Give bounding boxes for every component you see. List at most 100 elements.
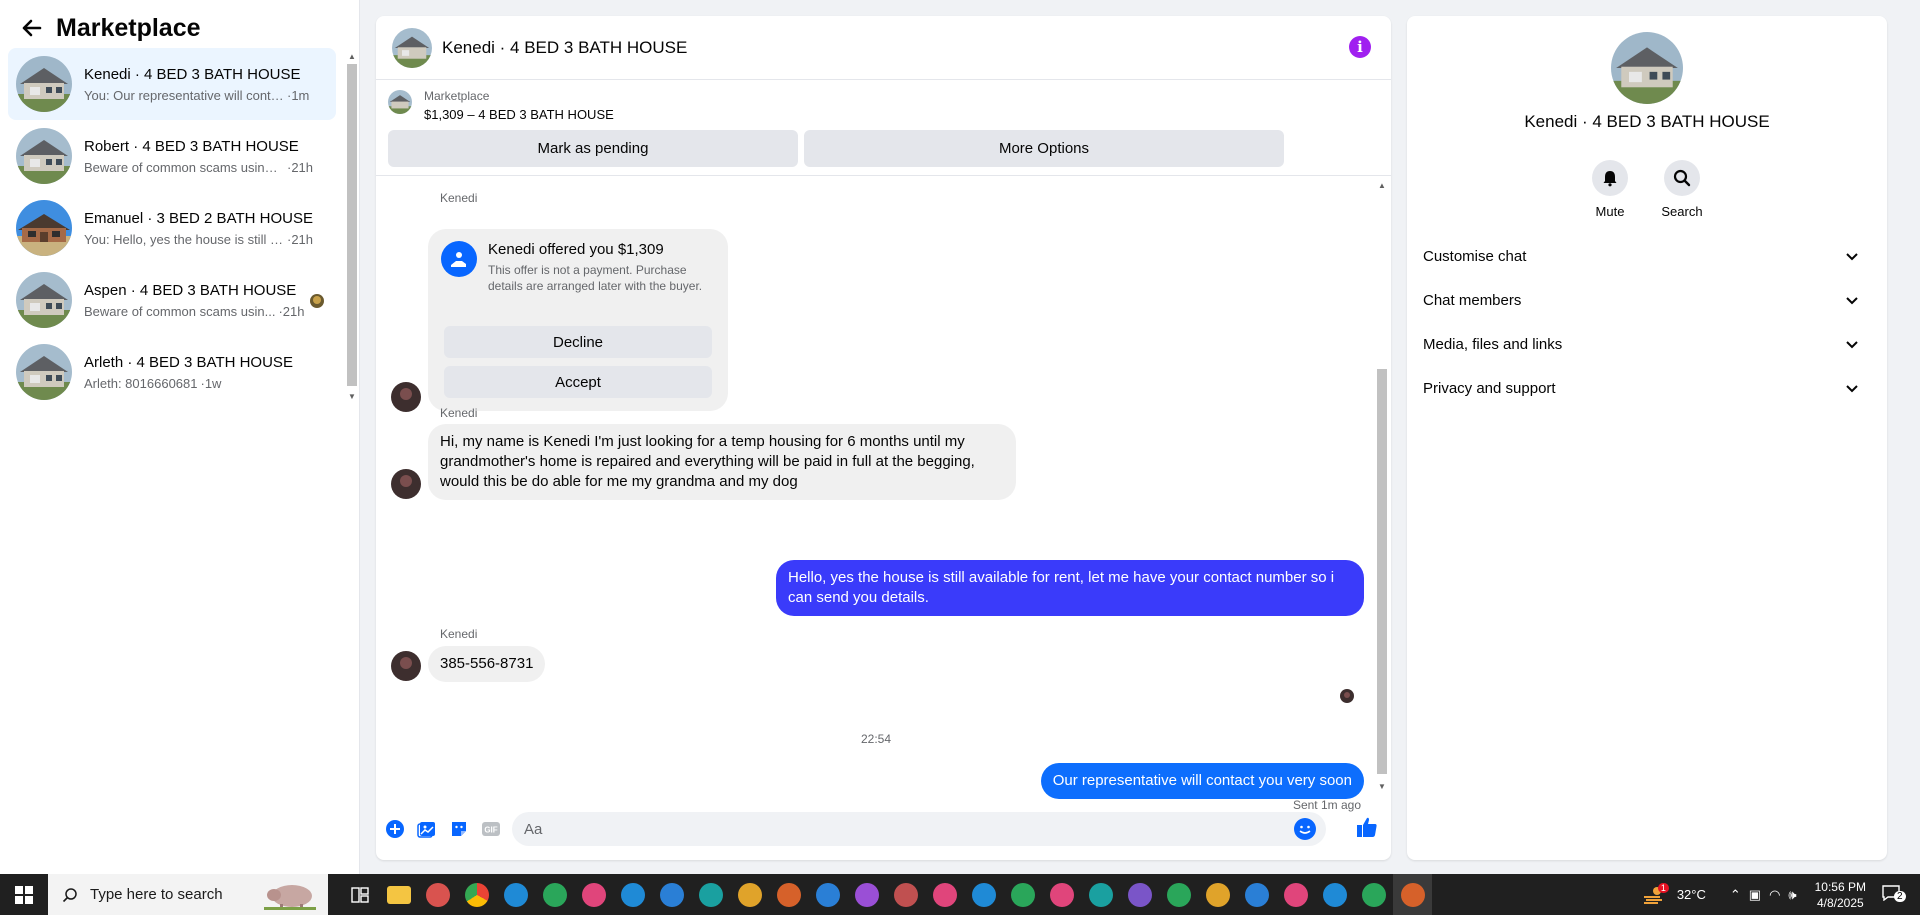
conversation-time: ·1m [287, 87, 310, 103]
conversation-item-aspen[interactable]: Aspen · 4 BED 3 BATH HOUSE Beware of com… [8, 264, 336, 336]
edge-profile-icon[interactable] [691, 874, 730, 915]
search-button[interactable]: Search [1652, 160, 1712, 219]
meet-now-icon[interactable]: ▣ [1749, 887, 1761, 903]
conversation-item-kenedi[interactable]: Kenedi · 4 BED 3 BATH HOUSE You: Our rep… [8, 48, 336, 120]
privacy-support-section[interactable]: Privacy and support [1423, 366, 1871, 410]
edge-profile-icon[interactable] [1237, 874, 1276, 915]
svg-text:GIF: GIF [484, 826, 497, 835]
edge-profile-icon[interactable] [847, 874, 886, 915]
edge-profile-icon[interactable] [496, 874, 535, 915]
incoming-message[interactable]: 385-556-8731 [428, 646, 546, 682]
info-icon[interactable]: i [1349, 36, 1371, 58]
edge-profile-icon[interactable] [1198, 874, 1237, 915]
offer-title: Kenedi offered you $1,309 [488, 241, 664, 258]
volume-icon[interactable]: 🕪 [1788, 887, 1796, 903]
sidebar-scrollbar[interactable]: ▲ ▼ [345, 50, 357, 406]
edge-profile-icon[interactable] [925, 874, 964, 915]
scrollbar-thumb[interactable] [347, 64, 357, 386]
conversation-time: ·1w [200, 375, 222, 391]
conversation-snippet: Beware of common scams usin... [84, 303, 276, 319]
media-files-links-section[interactable]: Media, files and links [1423, 322, 1871, 366]
search-icon[interactable] [1664, 160, 1700, 196]
edge-profile-icon[interactable] [613, 874, 652, 915]
plus-circle-icon[interactable] [384, 818, 406, 840]
edge-profile-icon[interactable] [1120, 874, 1159, 915]
edge-profile-icon-active[interactable] [1393, 874, 1432, 915]
notification-icon[interactable]: 2 [1882, 885, 1912, 904]
edge-profile-icon[interactable] [769, 874, 808, 915]
sender-avatar[interactable] [391, 469, 421, 499]
edge-profile-icon[interactable] [1003, 874, 1042, 915]
sender-avatar[interactable] [391, 382, 421, 412]
conversation-time: ·21h [287, 231, 314, 247]
windows-start-icon[interactable] [0, 874, 48, 915]
scroll-down-icon[interactable]: ▼ [1377, 782, 1387, 792]
accept-button[interactable]: Accept [444, 366, 712, 398]
message-input-box[interactable] [512, 812, 1326, 846]
weather-widget[interactable]: 1 32°C [1642, 882, 1706, 905]
file-explorer-icon[interactable] [379, 874, 418, 915]
conversation-item-arleth[interactable]: Arleth · 4 BED 3 BATH HOUSE Arleth: 8016… [8, 336, 336, 408]
message-composer: GIF [376, 808, 1391, 860]
outgoing-message[interactable]: Our representative will contact you very… [1040, 763, 1364, 799]
clock-date: 4/8/2025 [1816, 895, 1864, 910]
scroll-up-icon[interactable]: ▲ [347, 52, 357, 62]
edge-profile-icon[interactable] [808, 874, 847, 915]
chevron-up-icon[interactable]: ⌃ [1730, 887, 1741, 903]
outgoing-message[interactable]: Hello, yes the house is still available … [776, 560, 1364, 616]
thumbs-up-icon[interactable] [1356, 816, 1378, 838]
edge-profile-icon[interactable] [1042, 874, 1081, 915]
wifi-icon[interactable]: ◠ [1769, 887, 1780, 903]
edge-profile-icon[interactable] [730, 874, 769, 915]
mute-button[interactable]: Mute [1580, 160, 1640, 219]
edge-profile-icon[interactable] [1159, 874, 1198, 915]
windows-taskbar: Type here to search 1 32°C ⌃ ▣ ◠ 🕪 10:56… [0, 874, 1920, 915]
taskbar-search-box[interactable]: Type here to search [48, 874, 328, 915]
edge-profile-icon[interactable] [1315, 874, 1354, 915]
sender-avatar[interactable] [391, 651, 421, 681]
customise-chat-section[interactable]: Customise chat [1423, 234, 1871, 278]
scroll-down-icon[interactable]: ▼ [347, 392, 357, 402]
edge-profile-icon[interactable] [535, 874, 574, 915]
photo-icon[interactable] [416, 818, 438, 840]
house-avatar[interactable] [1611, 32, 1683, 104]
edge-profile-icon[interactable] [1354, 874, 1393, 915]
emoji-icon[interactable] [1294, 818, 1316, 840]
message-input[interactable] [524, 820, 1284, 838]
back-arrow-icon[interactable] [20, 16, 44, 40]
listing-thumbnail[interactable] [388, 90, 412, 114]
edge-profile-icon[interactable] [652, 874, 691, 915]
edge-profile-icon[interactable] [886, 874, 925, 915]
task-view-icon[interactable] [340, 874, 379, 915]
more-options-button[interactable]: More Options [804, 130, 1284, 167]
conversation-item-robert[interactable]: Robert · 4 BED 3 BATH HOUSE Beware of co… [8, 120, 336, 192]
time-separator: 22:54 [860, 732, 892, 746]
house-avatar [16, 272, 72, 328]
taskbar-clock[interactable]: 10:56 PM 4/8/2025 [1815, 879, 1866, 911]
app-icon[interactable] [418, 874, 457, 915]
chat-members-section[interactable]: Chat members [1423, 278, 1871, 322]
chat-scrollbar[interactable]: ▲ ▼ [1374, 179, 1388, 796]
message-thread: Kenedi Kenedi offered you $1,309 This of… [376, 179, 1391, 812]
decline-button[interactable]: Decline [444, 326, 712, 358]
gif-icon[interactable]: GIF [480, 818, 502, 840]
chrome-icon[interactable] [457, 874, 496, 915]
bell-icon[interactable] [1592, 160, 1628, 196]
conversation-item-emanuel[interactable]: Emanuel · 3 BED 2 BATH HOUSE You: Hello,… [8, 192, 336, 264]
chat-title[interactable]: Kenedi · 4 BED 3 BATH HOUSE [442, 38, 687, 58]
sticker-icon[interactable] [448, 818, 470, 840]
listing-price[interactable]: $1,309 – 4 BED 3 BATH HOUSE [424, 107, 614, 122]
scrollbar-thumb[interactable] [1377, 369, 1387, 774]
mark-as-pending-button[interactable]: Mark as pending [388, 130, 798, 167]
edge-profile-icon[interactable] [964, 874, 1003, 915]
system-tray: 1 32°C ⌃ ▣ ◠ 🕪 10:56 PM 4/8/2025 2 [1642, 874, 1920, 915]
house-avatar [16, 56, 72, 112]
conversation-snippet: Arleth: 8016660681 [84, 375, 198, 391]
house-avatar[interactable] [392, 27, 432, 68]
edge-profile-icon[interactable] [1081, 874, 1120, 915]
edge-profile-icon[interactable] [574, 874, 613, 915]
scroll-up-icon[interactable]: ▲ [1377, 181, 1387, 191]
edge-profile-icon[interactable] [1276, 874, 1315, 915]
incoming-message[interactable]: Hi, my name is Kenedi I'm just looking f… [428, 424, 1016, 500]
taskbar-apps [340, 874, 1432, 915]
